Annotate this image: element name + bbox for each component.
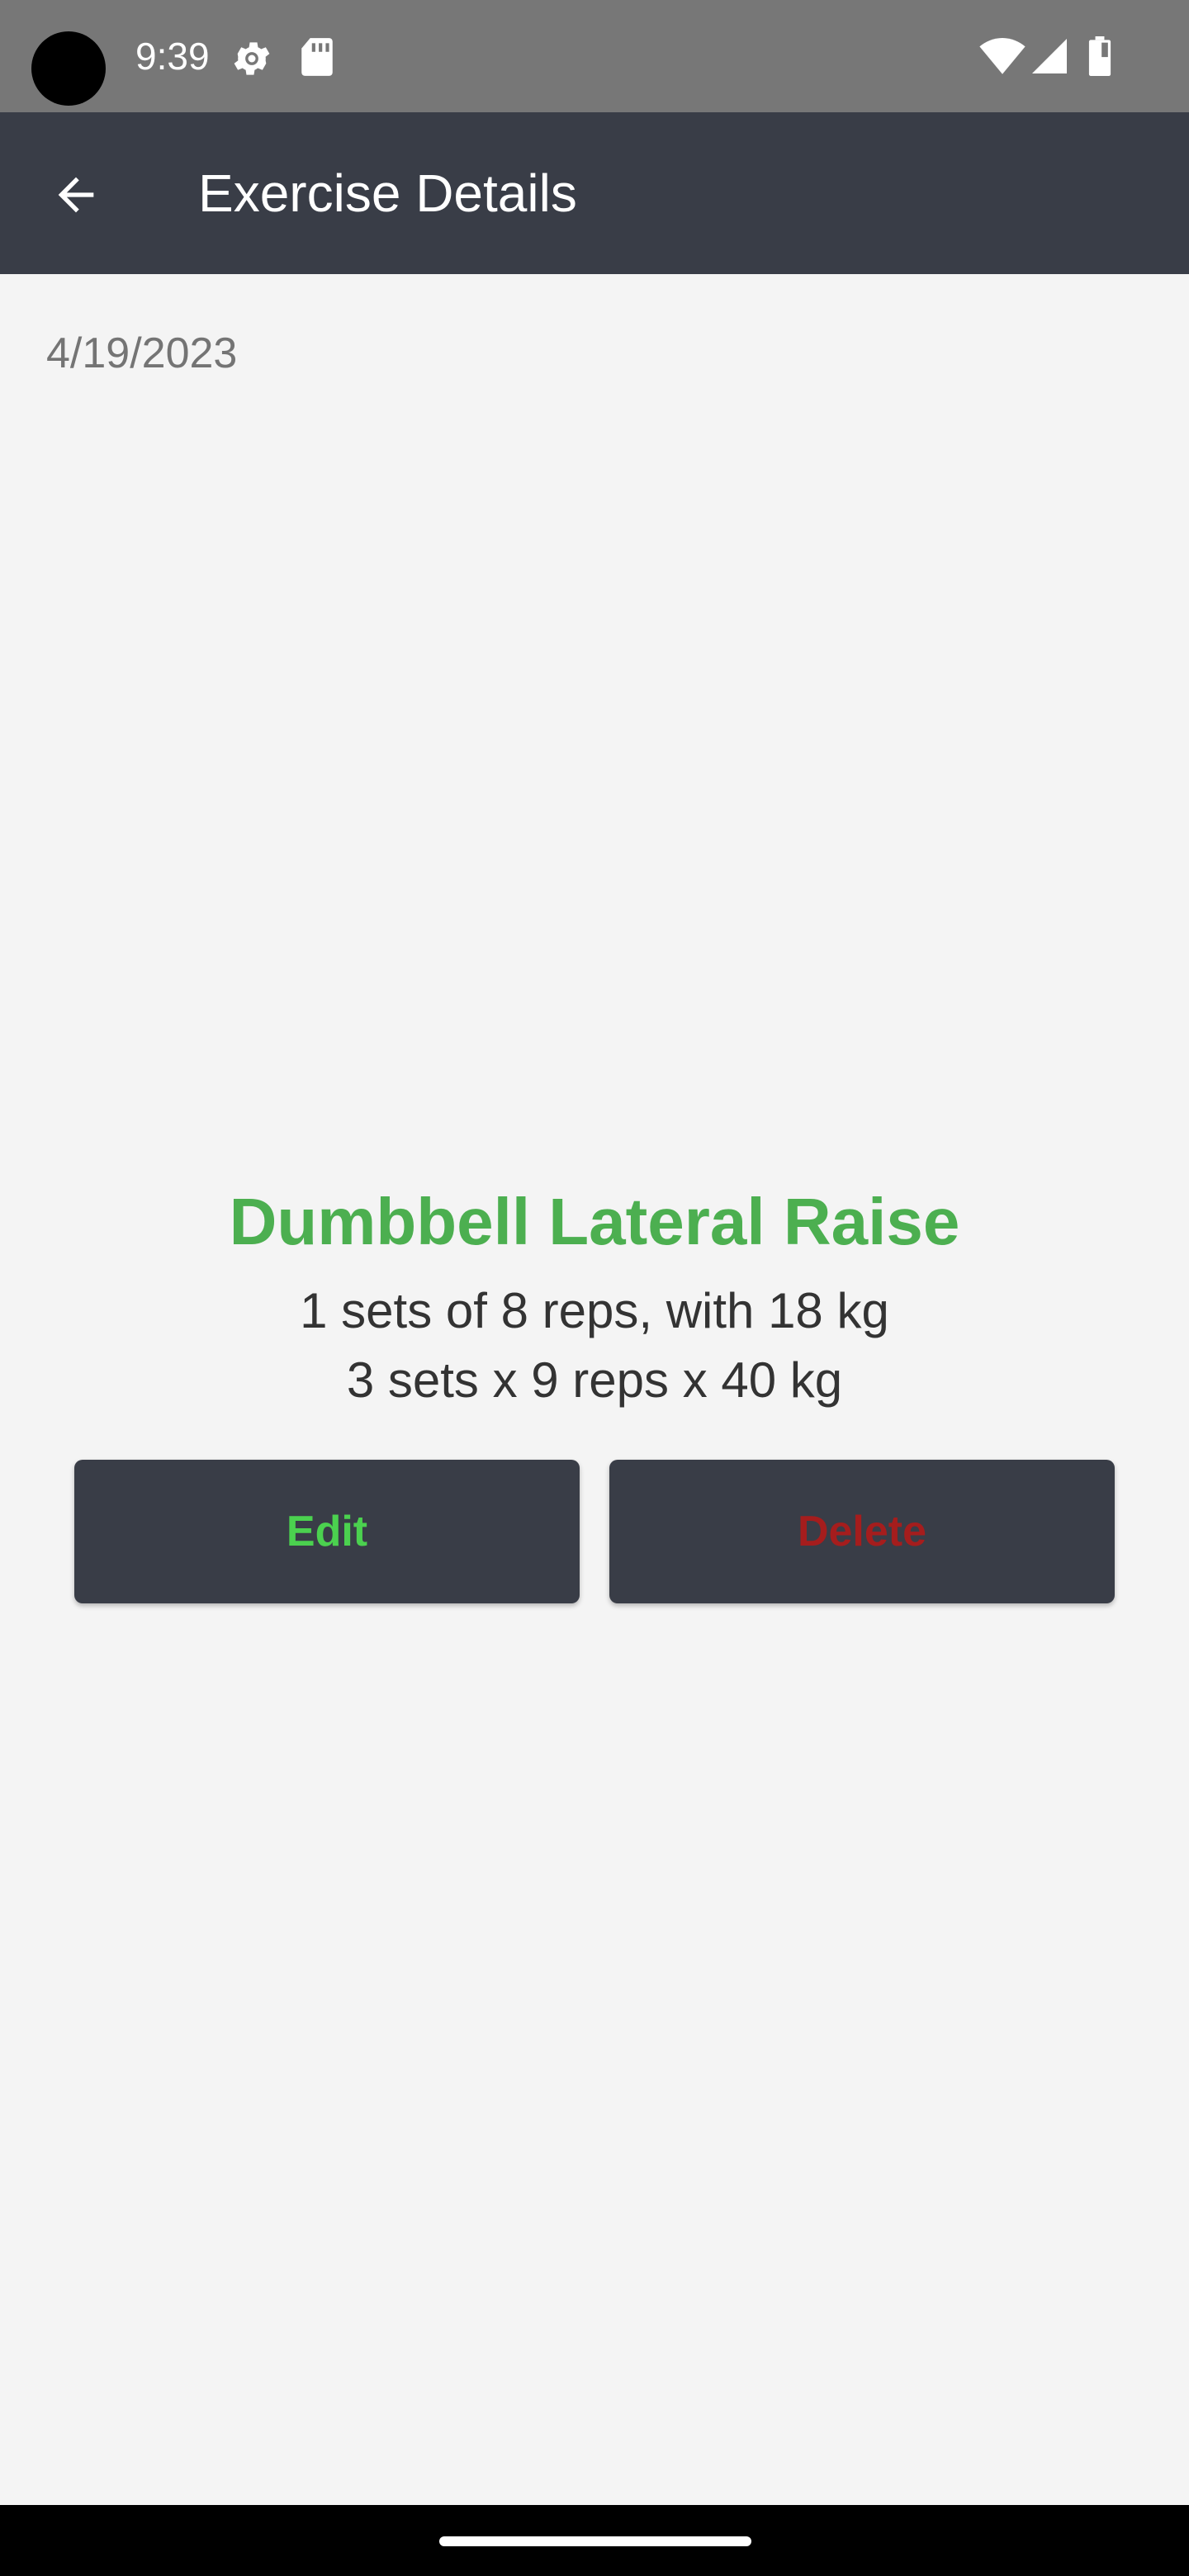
delete-button[interactable]: Delete (609, 1460, 1115, 1603)
exercise-summary: 1 sets of 8 reps, with 18 kg (300, 1283, 889, 1338)
exercise-info: Dumbbell Lateral Raise 1 sets of 8 reps,… (0, 1181, 1189, 1415)
status-time: 9:39 (135, 35, 210, 78)
arrow-back-icon (58, 177, 94, 213)
action-buttons: Edit Delete (74, 1460, 1115, 1603)
navigation-bar (0, 2505, 1189, 2576)
sd-card-icon (301, 38, 333, 76)
signal-icon (1032, 39, 1067, 73)
home-indicator[interactable] (439, 2536, 751, 2546)
battery-icon (1088, 36, 1111, 76)
wifi-icon (979, 38, 1026, 74)
gear-icon (234, 42, 270, 75)
back-button[interactable] (36, 155, 116, 234)
exercise-sets: 3 sets x 9 reps x 40 kg (346, 1352, 843, 1408)
page-title: Exercise Details (198, 163, 577, 223)
status-bar: 9:39 (0, 0, 1189, 112)
exercise-name: Dumbbell Lateral Raise (229, 1185, 960, 1258)
entry-date: 4/19/2023 (46, 329, 238, 377)
camera-hole (31, 31, 106, 106)
edit-button[interactable]: Edit (74, 1460, 580, 1603)
app-bar: Exercise Details (0, 112, 1189, 274)
